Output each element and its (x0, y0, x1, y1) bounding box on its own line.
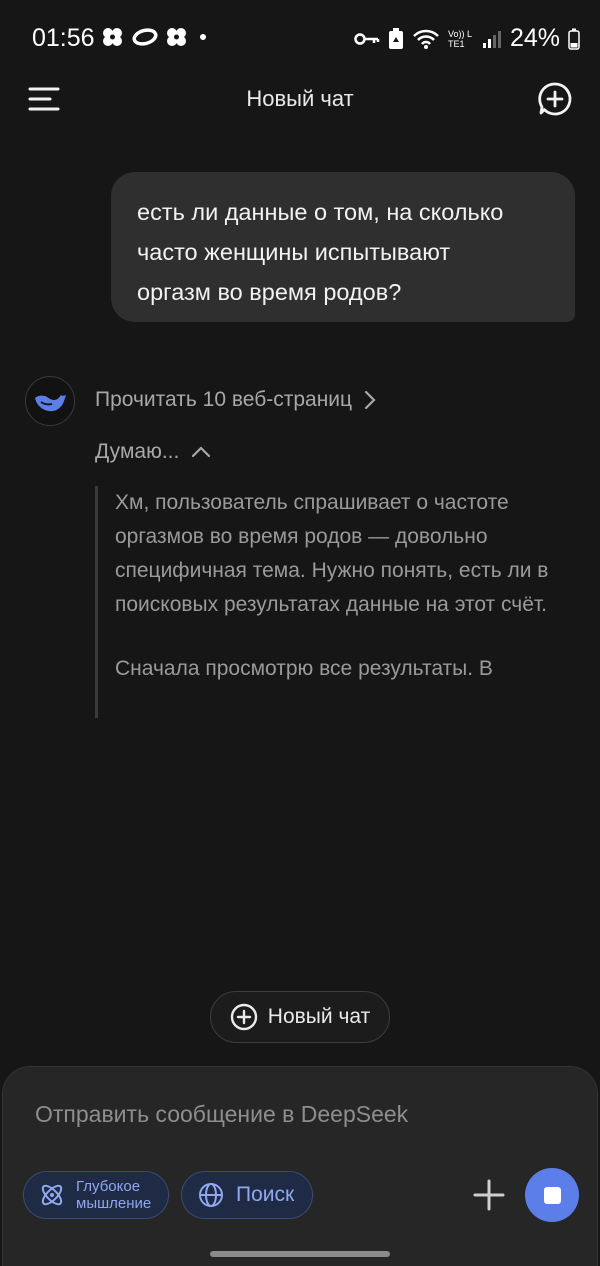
battery-percent: 24% (509, 24, 560, 52)
new-chat-icon[interactable] (538, 82, 572, 116)
ring-app-icon (132, 28, 158, 46)
notification-icons (102, 27, 210, 47)
status-bar: 01:56 Vo)) LTE1 24% (0, 0, 600, 78)
signal-icon (482, 30, 501, 48)
thinking-toggle[interactable]: Думаю... (95, 440, 211, 464)
battery-saver-icon (388, 27, 403, 49)
app-header: Новый чат (0, 78, 600, 120)
globe-icon (199, 1183, 223, 1207)
user-message[interactable]: есть ли данные о том, на сколько часто ж… (111, 172, 575, 322)
wifi-icon (413, 29, 439, 49)
status-right: Vo)) LTE1 24% (354, 24, 580, 53)
key-icon (354, 32, 380, 45)
read-pages-label: Прочитать 10 веб-страниц (95, 388, 353, 411)
whale-logo-icon (35, 395, 66, 412)
deep-thinking-toggle[interactable]: Глубокое мышление (23, 1171, 169, 1219)
dot-icon (200, 34, 206, 40)
thought-block: Хм, пользователь спрашивает о частоте ор… (95, 486, 568, 718)
search-label: Поиск (236, 1183, 295, 1206)
status-time: 01:56 (32, 24, 95, 52)
flower-app-icon (103, 28, 122, 46)
chevron-up-icon (192, 446, 211, 458)
attach-plus-icon[interactable] (471, 1177, 507, 1213)
home-indicator[interactable] (210, 1251, 390, 1257)
message-input[interactable] (33, 1095, 557, 1133)
thought-paragraph: Сначала просмотрю все результаты. В (115, 657, 493, 680)
new-chat-button[interactable]: Новый чат (210, 991, 390, 1043)
composer: Глубокое мышление Поиск (2, 1066, 598, 1266)
page-title: Новый чат (246, 86, 354, 111)
read-web-pages-link[interactable]: Прочитать 10 веб-страниц (95, 388, 376, 412)
chevron-right-icon (364, 390, 376, 410)
stop-icon (543, 1186, 561, 1204)
network-label: Vo)) LTE1 (447, 28, 472, 49)
stop-button[interactable] (525, 1168, 579, 1222)
thought-paragraph: Хм, пользователь спрашивает о частоте ор… (115, 491, 549, 616)
new-chat-label: Новый чат (267, 1005, 371, 1028)
deep-thinking-label: Глубокое мышление (76, 1178, 152, 1212)
search-toggle[interactable]: Поиск (181, 1171, 313, 1219)
flower-app-icon-2 (167, 28, 186, 46)
deepseek-avatar (25, 376, 75, 426)
atom-icon (41, 1184, 63, 1206)
battery-icon (568, 28, 580, 50)
thinking-label: Думаю... (95, 440, 180, 463)
plus-circle-icon (230, 1003, 257, 1031)
